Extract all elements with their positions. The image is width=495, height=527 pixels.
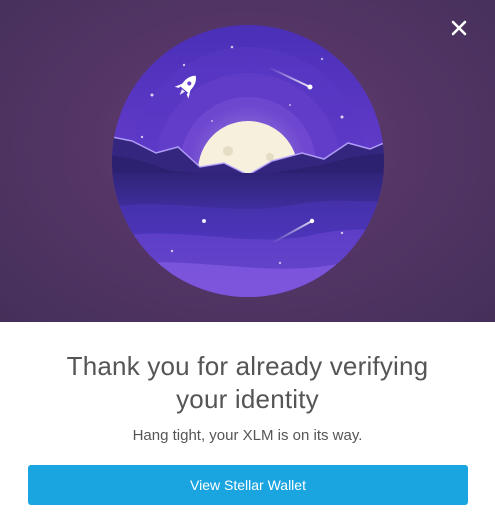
dialog-headline: Thank you for already verifying your ide… xyxy=(66,351,429,414)
close-icon xyxy=(451,20,467,36)
verification-dialog: Thank you for already verifying your ide… xyxy=(0,0,495,527)
dialog-subtext: Hang tight, your XLM is on its way. xyxy=(132,427,363,444)
hero-banner xyxy=(0,0,495,322)
dialog-content: Thank you for already verifying your ide… xyxy=(0,322,495,527)
view-stellar-wallet-button[interactable]: View Stellar Wallet xyxy=(28,465,468,505)
night-scene-illustration xyxy=(112,25,384,297)
close-button[interactable] xyxy=(445,14,473,42)
